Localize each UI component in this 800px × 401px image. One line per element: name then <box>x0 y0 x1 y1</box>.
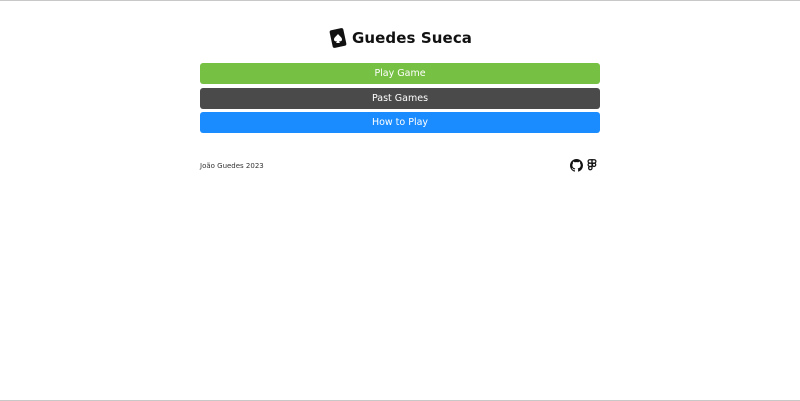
app-window: Guedes Sueca Play Game Past Games How to… <box>0 0 800 401</box>
app-title: Guedes Sueca <box>351 29 473 47</box>
spade-card-icon <box>328 27 348 49</box>
github-icon[interactable] <box>570 159 583 173</box>
past-games-button[interactable]: Past Games <box>200 88 600 109</box>
app-header: Guedes Sueca <box>0 27 800 49</box>
footer-credit: João Guedes 2023 <box>200 162 264 170</box>
how-to-play-button[interactable]: How to Play <box>200 112 600 133</box>
figma-icon[interactable] <box>587 159 600 173</box>
footer-links <box>570 158 600 174</box>
play-game-button[interactable]: Play Game <box>200 63 600 84</box>
